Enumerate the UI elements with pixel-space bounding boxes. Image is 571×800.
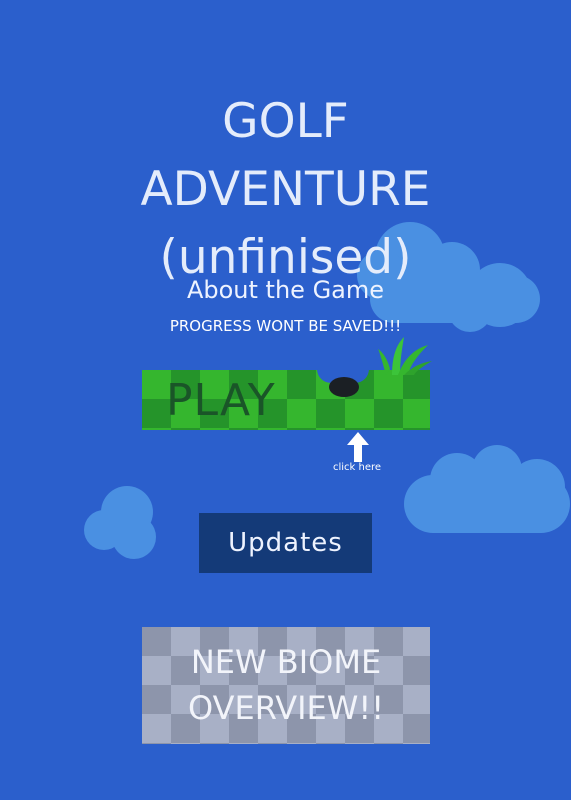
biome-label-line-2: OVERVIEW!! bbox=[187, 689, 385, 727]
updates-label: Updates bbox=[228, 528, 343, 558]
grass-tuft-icon bbox=[378, 337, 432, 375]
new-biome-overview-button[interactable]: NEW BIOME OVERVIEW!! bbox=[142, 627, 430, 744]
game-title: GOLF ADVENTURE (unfinised) bbox=[0, 88, 571, 292]
click-here-hint: click here bbox=[333, 462, 382, 473]
updates-button[interactable]: Updates bbox=[199, 513, 372, 573]
play-button[interactable]: PLAY bbox=[142, 333, 432, 431]
biome-label: NEW BIOME OVERVIEW!! bbox=[142, 639, 430, 731]
about-the-game-link[interactable]: About the Game bbox=[0, 276, 571, 304]
biome-label-line-1: NEW BIOME bbox=[190, 643, 382, 681]
cloud-icon-right bbox=[404, 445, 570, 533]
golf-hole-icon bbox=[329, 377, 359, 397]
cloud-icon-left bbox=[84, 486, 156, 559]
title-line-1: GOLF bbox=[222, 94, 349, 149]
play-label: PLAY bbox=[166, 375, 276, 426]
up-arrow-icon bbox=[347, 432, 369, 462]
title-line-2: ADVENTURE bbox=[140, 162, 431, 217]
